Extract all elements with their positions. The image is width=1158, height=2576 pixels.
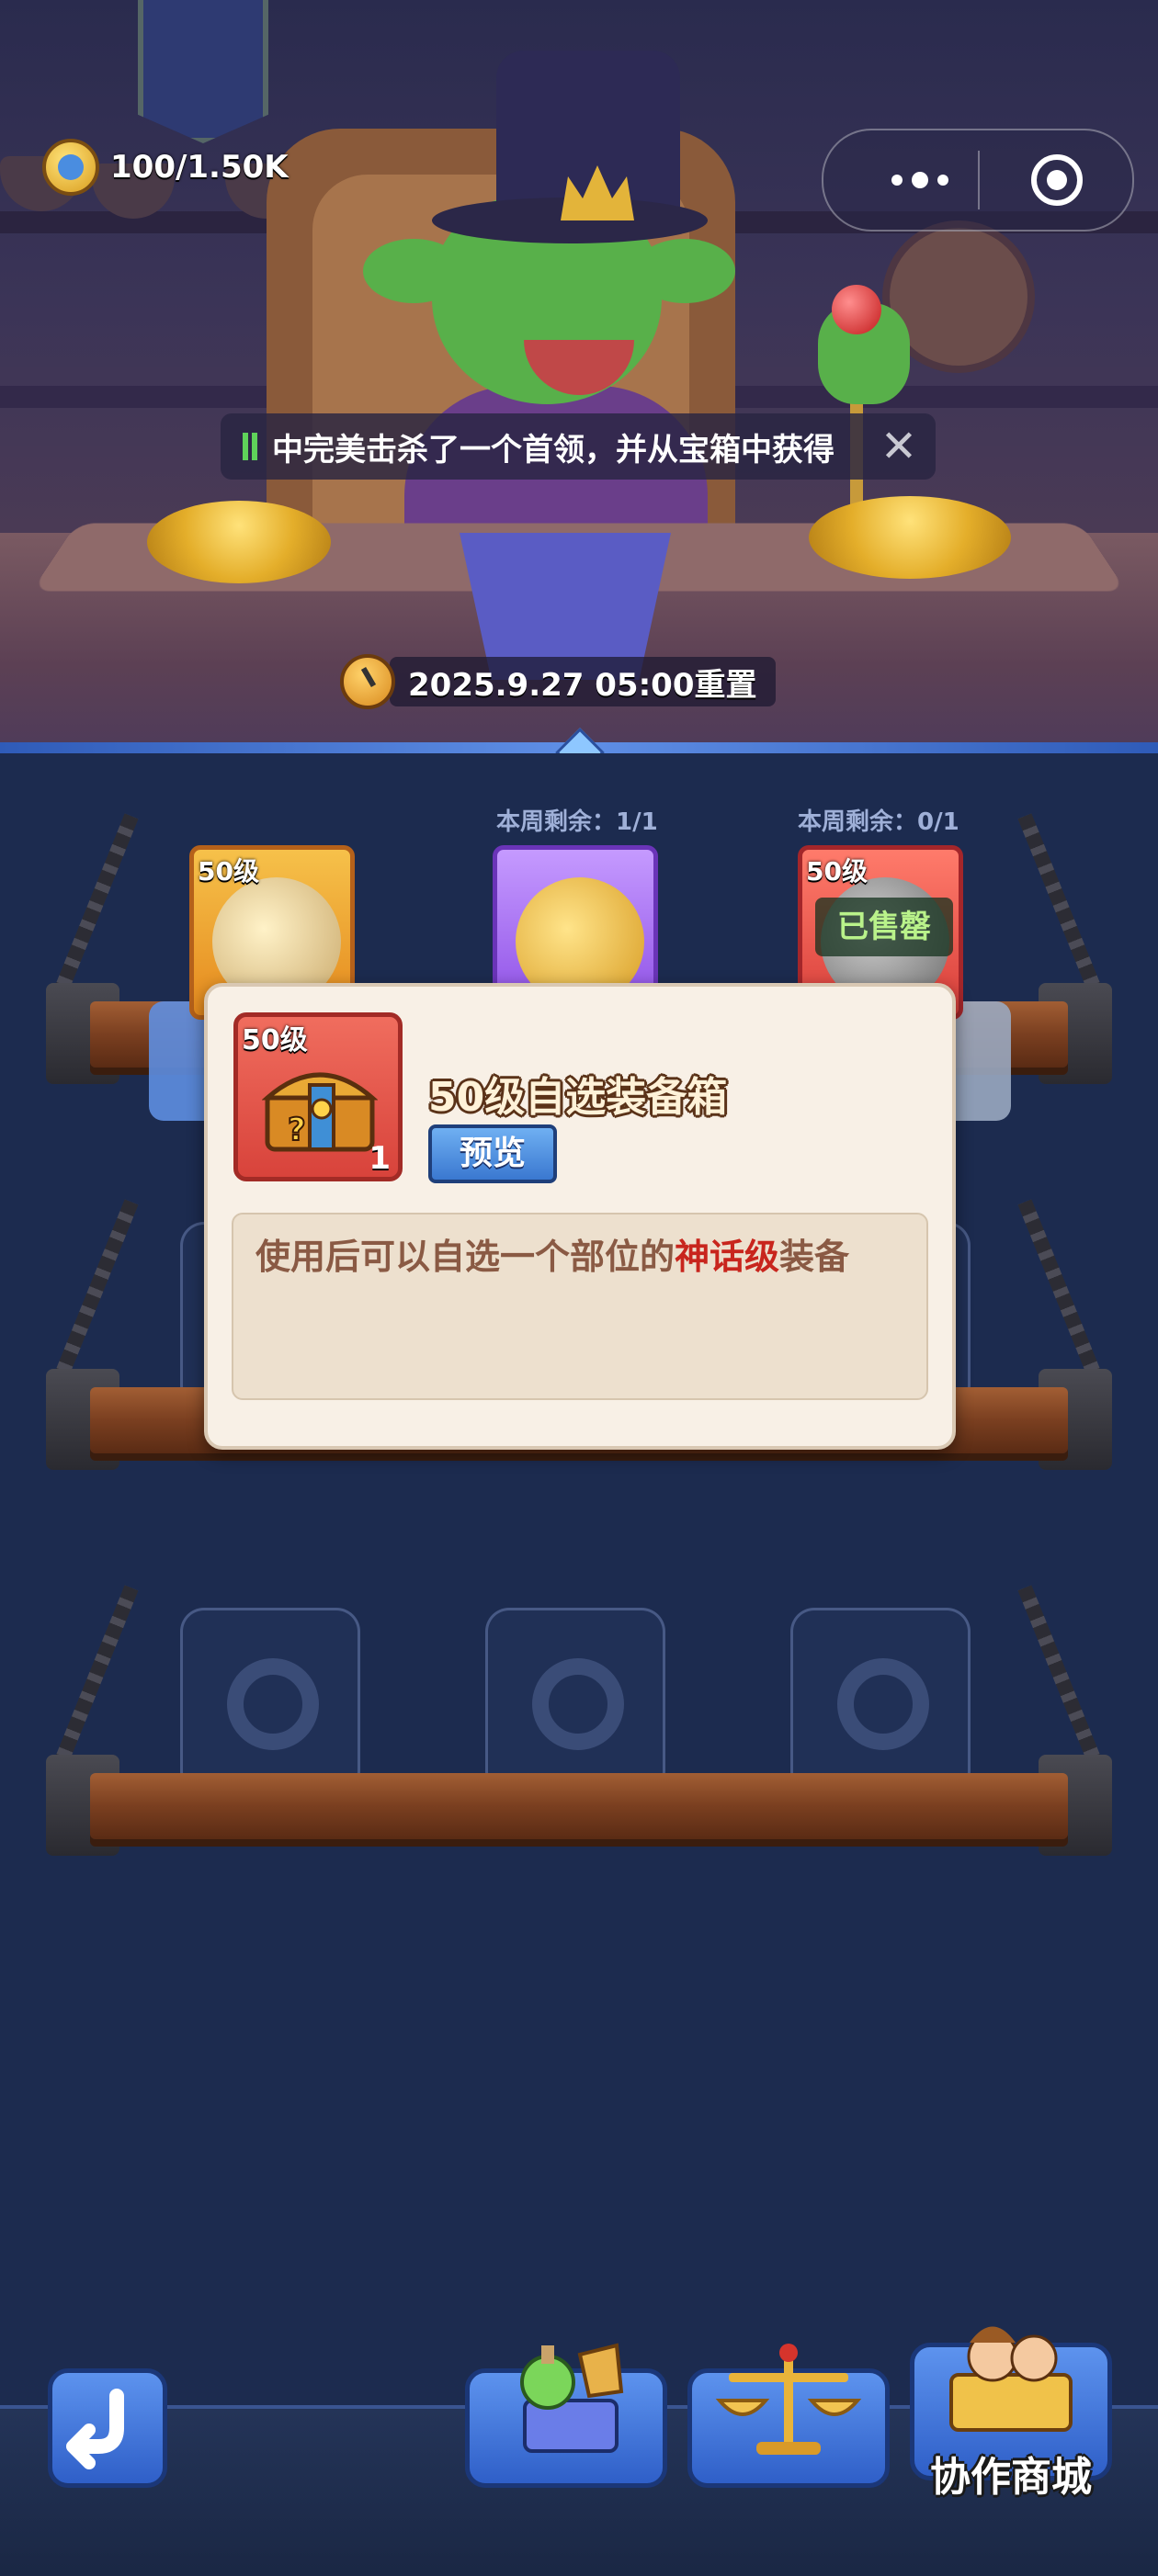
banner-scene <box>0 0 1158 753</box>
announcement-ticker: 中完美击杀了一个首领，并从宝箱中获得 ✕ <box>221 413 936 480</box>
capsule-menu <box>822 129 1134 232</box>
gold-pile-right <box>809 496 1011 579</box>
sold-out-badge: 已售罄 <box>815 898 953 956</box>
wall-banner <box>138 0 268 143</box>
item-level: 50级 <box>806 856 868 887</box>
currency-value: 100/1.50K <box>110 149 289 186</box>
item-description: 使用后可以自选一个部位的神话级装备 <box>232 1213 928 1400</box>
reset-pill: 2025.9.27 05:00重置 <box>390 657 776 706</box>
reset-text: 2025.9.27 05:00重置 <box>408 666 757 704</box>
preview-button[interactable]: 预览 <box>428 1124 557 1183</box>
coop-store-label: 协作商城 <box>930 2454 1092 2501</box>
back-button[interactable] <box>48 2368 167 2488</box>
return-arrow-icon <box>66 2389 124 2469</box>
item-icon: ? 50级 1 <box>233 1012 403 1181</box>
medal-coin-icon <box>42 139 99 196</box>
item-quantity: 1 <box>369 1140 391 1177</box>
currency-display: 100/1.50K <box>42 138 289 197</box>
desc-text-end: 装备 <box>779 1237 850 1277</box>
capsule-divider <box>978 151 980 209</box>
ticker-bar-icon <box>243 433 248 460</box>
desc-highlight: 神话级 <box>675 1237 780 1277</box>
shelf-board <box>90 1773 1068 1839</box>
clock-icon <box>340 654 395 709</box>
ticker-text: 中完美击杀了一个首领，并从宝箱中获得 <box>272 431 834 469</box>
item-detail-popup: ? 50级 1 50级自选装备箱 预览 使用后可以自选一个部位的神话级装备 <box>204 983 956 1450</box>
close-icon[interactable]: ✕ <box>877 424 921 469</box>
potion-shop-button[interactable] <box>465 2343 667 2488</box>
gold-pile-left <box>147 501 331 583</box>
potion-icon <box>520 2343 624 2453</box>
treasure-chest-icon: ? <box>262 1072 378 1152</box>
more-dots-icon[interactable] <box>869 153 971 208</box>
cart-icon <box>949 2326 1073 2432</box>
weekly-limit: 本周剩余：1/1 <box>496 808 658 836</box>
item-level: 50级 <box>198 856 259 887</box>
shelf-3 <box>46 1746 1112 1856</box>
weekly-limit: 本周剩余：0/1 <box>798 808 959 836</box>
item-title: 50级自选装备箱 <box>428 1074 728 1121</box>
item-level: 50级 <box>242 1024 308 1056</box>
desc-text: 使用后可以自选一个部位的 <box>255 1237 676 1277</box>
target-icon[interactable] <box>1027 151 1086 209</box>
cane-ruby <box>832 285 881 334</box>
balance-scale-icon <box>715 2344 862 2455</box>
scale-button[interactable] <box>687 2344 890 2488</box>
svg-text:?: ? <box>288 1112 306 1148</box>
reset-timer: 2025.9.27 05:00重置 <box>340 654 776 709</box>
